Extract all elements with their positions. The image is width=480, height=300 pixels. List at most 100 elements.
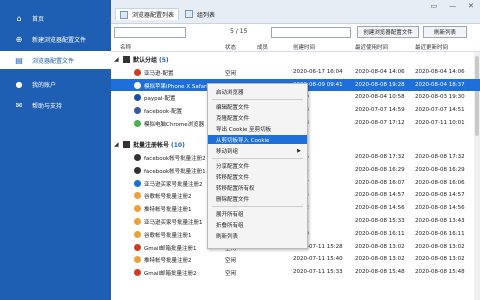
updated-time: 2020-08-06 16:11 bbox=[415, 230, 465, 237]
context-menu-item[interactable]: 折叠所有组 bbox=[208, 220, 307, 229]
menu-item-label: 展开所有组 bbox=[216, 211, 244, 218]
folder-icon bbox=[123, 141, 130, 148]
group-row[interactable]: ◢ 默认分组 (5) bbox=[111, 53, 480, 66]
updated-time: 2020-08-08 14:57 bbox=[415, 192, 465, 199]
last-used-time: 2020-08-08 16:29 bbox=[355, 166, 405, 173]
column-header-members[interactable]: 成员 bbox=[257, 43, 268, 51]
context-menu-item[interactable]: 从剪切板导入 Cookie bbox=[208, 135, 307, 144]
profile-status: 空闲 bbox=[225, 258, 237, 265]
profile-name: facebook帐号批量注册2 bbox=[144, 156, 206, 162]
restore-icon[interactable]: ▭ bbox=[431, 2, 438, 10]
profile-icon bbox=[134, 120, 141, 127]
user-icon: ● bbox=[15, 79, 23, 89]
profile-icon bbox=[134, 154, 141, 161]
menu-item-label: 克隆配置文件 bbox=[216, 115, 250, 122]
close-icon[interactable]: ✕ bbox=[468, 2, 474, 10]
sidebar-item-new-profile[interactable]: ⊕ 新建浏览器配置文件 bbox=[0, 30, 111, 48]
group-name: 默认分组 bbox=[133, 57, 158, 64]
sidebar-item-label: 新建浏览器配置文件 bbox=[32, 36, 87, 44]
last-used-time: 2020-08-08 19:28 bbox=[355, 81, 405, 88]
profile-name: 谷歌帐号批量注册1 bbox=[144, 232, 192, 239]
menu-item-label: 删除配置文件 bbox=[216, 196, 250, 203]
profile-count: 5 / 15 bbox=[230, 28, 248, 35]
profile-icon bbox=[134, 218, 141, 225]
profile-icon bbox=[134, 243, 141, 251]
context-menu-item[interactable]: 展开所有组 bbox=[208, 209, 307, 218]
tab-label: 浏览器配置列表 bbox=[132, 12, 175, 19]
profile-name: paypal-配置 bbox=[144, 96, 176, 103]
context-menu-item[interactable]: 启动浏览器 bbox=[208, 87, 307, 96]
updated-time: 2020-08-04 18:37 bbox=[415, 81, 465, 88]
table-row[interactable]: 亚马逊-配置 空闲 2020-06-17 16:04 2020-08-04 14:06… bbox=[111, 66, 480, 79]
sidebar-item-home[interactable]: ⌂ 首页 bbox=[0, 9, 111, 27]
sidebar-item-label: 我的账户 bbox=[32, 81, 57, 89]
profile-name: facebook帐号批量注册1 bbox=[144, 168, 206, 175]
context-menu-item[interactable]: 移动到组 ▶ bbox=[208, 146, 307, 155]
add-circle-icon: ⊕ bbox=[15, 34, 23, 44]
last-used-time: 2020-08-08 14:57 bbox=[355, 192, 405, 199]
profile-status: 空闲 bbox=[225, 271, 237, 278]
context-menu-item[interactable]: 分享配置文件 bbox=[208, 161, 307, 170]
column-header-status[interactable]: 状态 bbox=[225, 43, 236, 51]
column-header-created[interactable]: 创建时间 bbox=[293, 43, 315, 51]
tab-group-list[interactable]: 组列表 bbox=[185, 8, 215, 20]
group-name: 批量注册帐号 bbox=[133, 142, 170, 149]
sidebar-item-help[interactable]: ✉ 帮助与支持 bbox=[0, 96, 111, 114]
profile-name: 模拟电脑Chrome浏览器 bbox=[144, 122, 205, 128]
context-menu-item[interactable]: 导出 Cookie 至剪切板 bbox=[208, 124, 307, 133]
profile-status: 空闲 bbox=[225, 70, 237, 77]
profile-icon bbox=[134, 179, 141, 187]
minimize-icon[interactable]: — bbox=[449, 2, 456, 10]
created-time: 2020-06-17 16:04 bbox=[293, 68, 343, 75]
list-icon: ▤ bbox=[15, 55, 23, 65]
updated-time: 2020-07-07 14:51 bbox=[415, 107, 465, 114]
profile-icon bbox=[134, 81, 141, 89]
sidebar: ⌂ 首页 ⊕ 新建浏览器配置文件 ▤ 浏览器配置文件 ● 我的账户 ✉ 帮助与支… bbox=[0, 0, 111, 300]
profile-name: 亚马逊-配置 bbox=[144, 70, 174, 77]
updated-time: 2020-08-04 14:06 bbox=[415, 68, 465, 75]
last-used-time: 2020-08-08 13:02 bbox=[355, 243, 405, 250]
menu-item-label: 转移配置所有权 bbox=[216, 185, 255, 192]
last-used-time: 2020-08-07 17:12 bbox=[355, 120, 405, 126]
context-menu-item[interactable]: 刷新列表 bbox=[208, 231, 307, 240]
create-profile-button[interactable]: 创建浏览器配置文件 bbox=[357, 26, 419, 38]
menu-item-label: 折叠所有组 bbox=[216, 222, 244, 229]
column-header-name[interactable]: 名称 bbox=[120, 43, 131, 51]
sidebar-item-profiles[interactable]: ▤ 浏览器配置文件 bbox=[0, 51, 111, 69]
column-header-last-used[interactable]: 最近使用时间 bbox=[355, 43, 388, 51]
collapse-icon[interactable]: ◢ bbox=[114, 141, 119, 148]
updated-time: 2020-08-08 15:48 bbox=[415, 269, 465, 276]
table-row[interactable]: 推特帐号批量注册2 空闲 2020-07-11 15:40 2020-08-08 13… bbox=[111, 253, 480, 266]
column-header-updated[interactable]: 最近更新时间 bbox=[415, 43, 448, 51]
menu-item-label: 移动到组 bbox=[216, 148, 239, 155]
profile-name: 亚马逊买家号批量注册1 bbox=[144, 220, 203, 226]
profile-icon bbox=[134, 205, 141, 213]
last-used-time: 2020-08-08 16:07 bbox=[355, 179, 405, 186]
help-icon: ✉ bbox=[15, 100, 23, 110]
last-used-time: 2020-08-08 15:48 bbox=[355, 269, 405, 276]
tab-profile-list[interactable]: 浏览器配置列表 bbox=[115, 8, 180, 20]
menu-separator bbox=[212, 158, 303, 159]
last-used-time: 2020-08-08 17:32 bbox=[355, 154, 405, 160]
sidebar-item-account[interactable]: ● 我的账户 bbox=[0, 75, 111, 93]
context-menu-item[interactable]: 删除配置文件 bbox=[208, 194, 307, 203]
menu-separator bbox=[212, 206, 303, 207]
context-menu-item[interactable]: 转移配置文件 bbox=[208, 172, 307, 181]
filter-field[interactable] bbox=[271, 27, 351, 38]
tab-icon bbox=[120, 10, 128, 19]
context-menu-item[interactable]: 克隆配置文件 bbox=[208, 113, 307, 122]
folder-icon bbox=[123, 56, 130, 63]
sidebar-item-label: 帮助与支持 bbox=[32, 102, 63, 110]
updated-time: 2020-08-08 17:32 bbox=[415, 154, 465, 160]
last-used-time: 2020-08-08 13:02 bbox=[355, 256, 405, 263]
context-menu-item[interactable]: 转移配置所有权 bbox=[208, 183, 307, 192]
table-row[interactable]: Gmail邮箱批量注册2 空闲 2020-07-11 15:33 2020-08-08… bbox=[111, 266, 480, 279]
profile-name: 推特帐号批量注册2 bbox=[144, 258, 192, 265]
profile-icon bbox=[134, 94, 141, 102]
search-input[interactable] bbox=[114, 27, 186, 38]
profile-name: facebook-配置 bbox=[144, 109, 183, 116]
collapse-icon[interactable]: ◢ bbox=[114, 56, 119, 63]
updated-time: 2020-08-08 13:02 bbox=[415, 256, 465, 263]
refresh-list-button[interactable]: 刷新列表 bbox=[423, 26, 467, 38]
context-menu-item[interactable]: 编辑配置文件 bbox=[208, 102, 307, 111]
